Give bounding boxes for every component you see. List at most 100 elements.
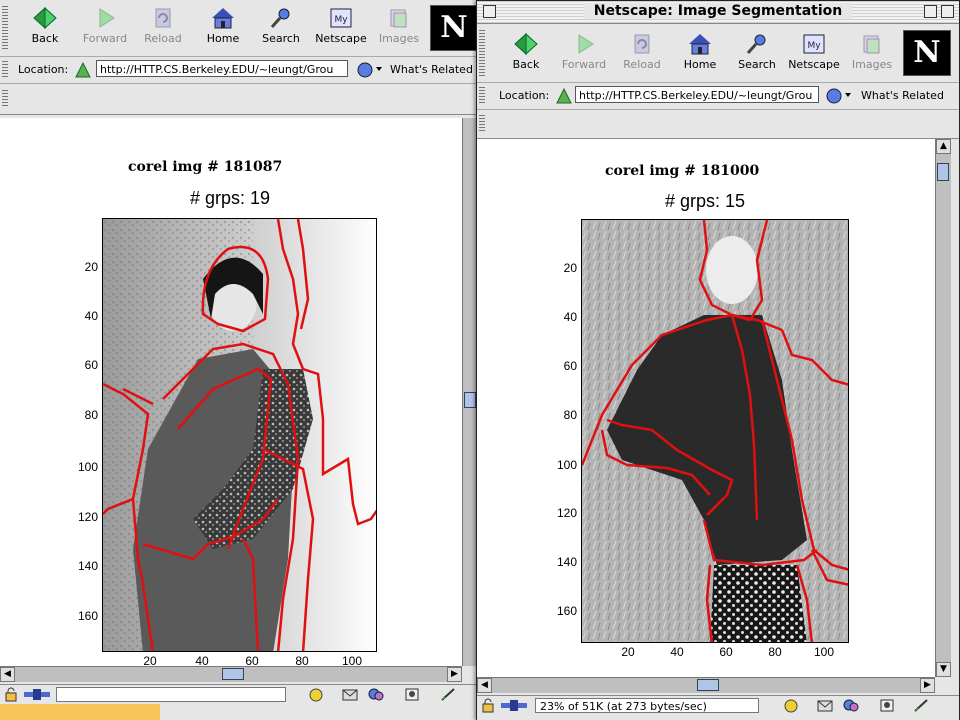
- personal-toolbar-grip[interactable]: [479, 115, 485, 133]
- netscape-logo[interactable]: N: [430, 5, 478, 51]
- x-tick: 60: [245, 654, 259, 666]
- location-label: Location:: [499, 89, 550, 102]
- x-tick: 100: [813, 645, 835, 659]
- personal-toolbar: [0, 84, 477, 115]
- navigation-toolbar: Back Forward Reload Home Search My Netsc…: [0, 0, 478, 57]
- reload-icon: [634, 34, 650, 54]
- scroll-right-arrow[interactable]: ▶: [447, 667, 462, 682]
- security-lock-icon[interactable]: [481, 698, 497, 713]
- whats-related-icon[interactable]: [356, 61, 384, 79]
- reload-button[interactable]: Reload: [613, 32, 671, 71]
- location-bar: Location: http://HTTP.CS.Berkeley.EDU/~l…: [0, 57, 477, 84]
- scroll-thumb[interactable]: [937, 163, 949, 181]
- h-scroll-thumb[interactable]: [222, 668, 244, 680]
- y-tick: 20: [563, 261, 577, 275]
- my-netscape-button[interactable]: My Netscape: [785, 32, 843, 71]
- home-icon: [689, 34, 711, 55]
- title-bar[interactable]: Netscape: Image Segmentation: [477, 1, 959, 24]
- home-button[interactable]: Home: [194, 6, 252, 45]
- security-lock-icon[interactable]: [4, 687, 20, 702]
- figure-title: corel img # 181087: [128, 159, 283, 175]
- connection-icon: [501, 700, 527, 711]
- bookmark-icon[interactable]: [74, 61, 92, 79]
- images-button[interactable]: Images: [843, 32, 901, 71]
- segmentation-plot: [102, 218, 377, 652]
- forward-button[interactable]: Forward: [555, 32, 613, 71]
- svg-text:My: My: [807, 41, 821, 51]
- horizontal-scrollbar[interactable]: ◀ ▶: [0, 666, 462, 682]
- whats-related-label[interactable]: What's Related: [861, 89, 944, 102]
- collapse-box[interactable]: [941, 5, 954, 18]
- y-tick: 60: [563, 359, 577, 373]
- home-button[interactable]: Home: [671, 32, 729, 71]
- x-tick: 100: [341, 654, 363, 666]
- locbar-grip[interactable]: [2, 61, 8, 79]
- toolbar-grip[interactable]: [2, 6, 8, 50]
- reload-button[interactable]: Reload: [134, 6, 192, 45]
- search-button[interactable]: Search: [252, 6, 310, 45]
- scroll-down-arrow[interactable]: ▼: [936, 662, 951, 677]
- y-tick: 140: [556, 555, 577, 569]
- my-netscape-icon: My: [803, 34, 825, 54]
- segmentation-plot: [581, 219, 849, 643]
- mail-icon[interactable]: [817, 698, 833, 713]
- whats-related-label[interactable]: What's Related: [390, 63, 473, 76]
- newsgroups-icon[interactable]: [368, 687, 384, 702]
- navigator-icon[interactable]: [783, 698, 799, 713]
- vertical-scrollbar[interactable]: ▲ ▼: [935, 139, 951, 677]
- personal-toolbar-grip[interactable]: [2, 90, 8, 108]
- x-tick: 20: [621, 645, 635, 659]
- my-netscape-icon: My: [330, 8, 352, 28]
- search-button[interactable]: Search: [728, 32, 786, 71]
- home-icon: [212, 8, 234, 29]
- front-browser-window[interactable]: Netscape: Image Segmentation Back Forwar…: [476, 0, 960, 720]
- mail-icon[interactable]: [342, 687, 358, 702]
- netscape-logo[interactable]: N: [903, 30, 951, 76]
- personal-toolbar: [477, 110, 959, 139]
- h-scroll-thumb[interactable]: [697, 679, 719, 691]
- x-tick: 80: [295, 654, 309, 666]
- url-field[interactable]: http://HTTP.CS.Berkeley.EDU/~leungt/Grou: [575, 86, 819, 103]
- status-bar: [0, 684, 477, 705]
- y-tick: 120: [77, 510, 98, 524]
- y-tick: 40: [84, 309, 98, 323]
- navigator-icon[interactable]: [308, 687, 324, 702]
- toolbar-grip[interactable]: [479, 30, 485, 76]
- y-tick: 20: [84, 260, 98, 274]
- forward-arrow-icon: [99, 8, 115, 28]
- images-icon: [863, 35, 880, 54]
- whats-related-icon[interactable]: [825, 87, 855, 105]
- newsgroups-icon[interactable]: [843, 698, 859, 713]
- y-tick: 80: [84, 408, 98, 422]
- images-button[interactable]: Images: [370, 6, 428, 45]
- segmented-photo: [582, 220, 848, 642]
- x-tick: 80: [768, 645, 782, 659]
- composer-icon[interactable]: [913, 698, 929, 713]
- back-browser-window[interactable]: Back Forward Reload Home Search My Netsc…: [0, 0, 478, 720]
- scroll-up-arrow[interactable]: ▲: [936, 139, 951, 154]
- address-book-icon[interactable]: [404, 687, 420, 702]
- forward-button[interactable]: Forward: [76, 6, 134, 45]
- scroll-left-arrow[interactable]: ◀: [0, 667, 15, 682]
- scroll-thumb[interactable]: [464, 392, 476, 408]
- zoom-box[interactable]: [924, 5, 937, 18]
- bookmark-icon[interactable]: [555, 87, 573, 105]
- my-netscape-button[interactable]: My Netscape: [312, 6, 370, 45]
- group-count: # grps: 15: [665, 191, 746, 211]
- address-book-icon[interactable]: [879, 698, 895, 713]
- scroll-left-arrow[interactable]: ◀: [477, 678, 492, 693]
- composer-icon[interactable]: [440, 687, 456, 702]
- scroll-right-arrow[interactable]: ▶: [920, 678, 935, 693]
- forward-arrow-icon: [578, 34, 594, 54]
- location-label: Location:: [18, 63, 69, 76]
- x-tick: 40: [195, 654, 209, 666]
- horizontal-scrollbar[interactable]: ◀ ▶: [477, 677, 935, 693]
- url-field[interactable]: http://HTTP.CS.Berkeley.EDU/~leungt/Grou: [96, 60, 348, 77]
- locbar-grip[interactable]: [479, 87, 485, 105]
- back-button[interactable]: Back: [16, 6, 74, 45]
- back-button[interactable]: Back: [497, 32, 555, 71]
- x-tick: 60: [719, 645, 733, 659]
- images-icon: [390, 9, 407, 28]
- loading-indicator: [0, 704, 160, 720]
- close-box[interactable]: [483, 5, 496, 18]
